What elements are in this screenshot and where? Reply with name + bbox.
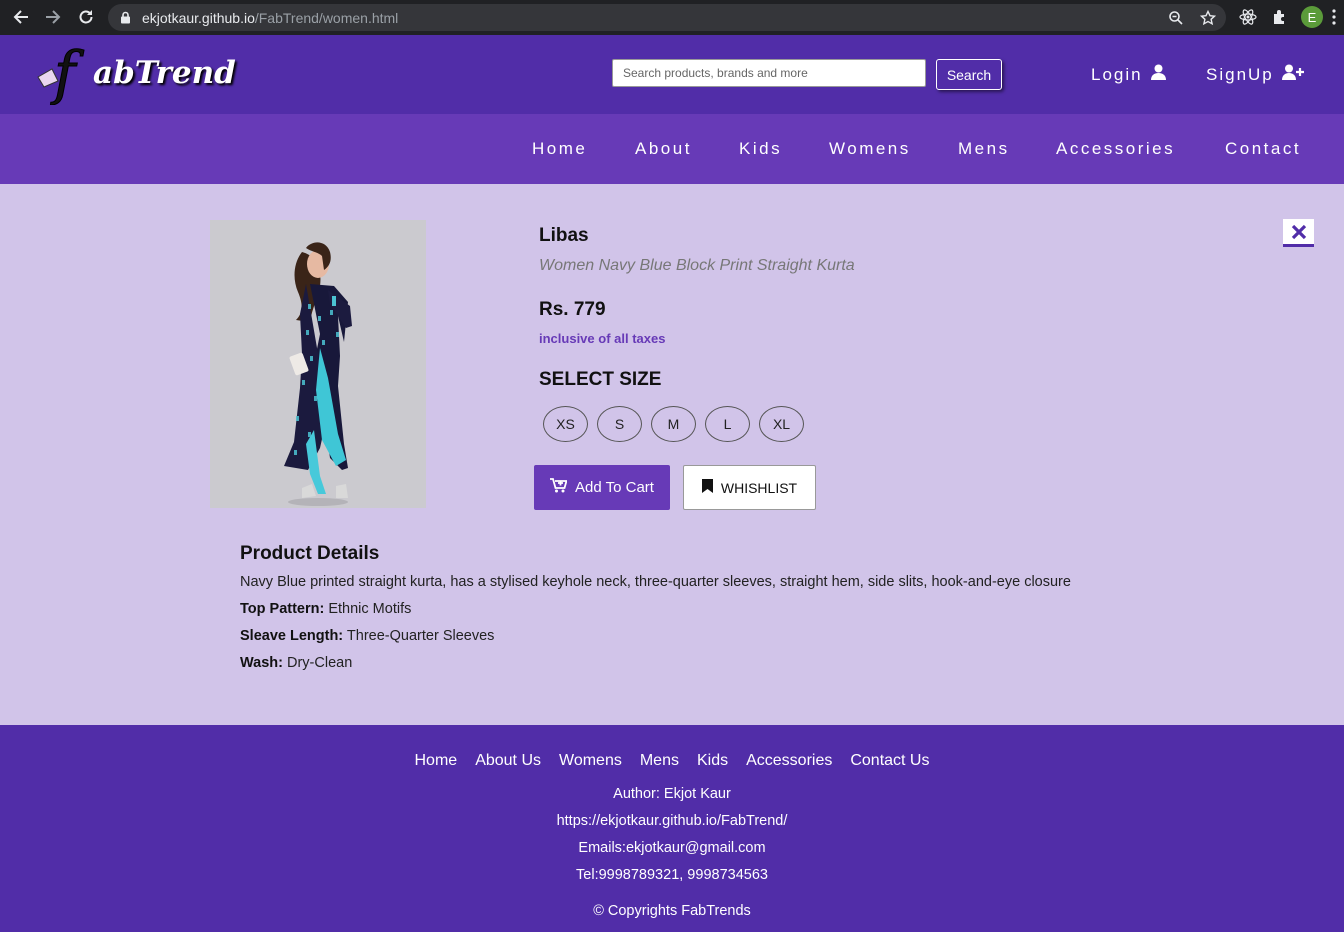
select-size-heading: SELECT SIZE	[539, 369, 662, 390]
product-name: Women Navy Blue Block Print Straight Kur…	[539, 257, 855, 274]
footer-copyright: © Copyrights FabTrends	[593, 903, 751, 919]
forward-icon[interactable]	[42, 6, 64, 28]
footer-link-mens[interactable]: Mens	[640, 752, 679, 770]
close-icon[interactable]	[1283, 219, 1314, 247]
product-description: Navy Blue printed straight kurta, has a …	[240, 574, 1071, 590]
back-icon[interactable]	[10, 6, 32, 28]
user-plus-icon	[1281, 64, 1304, 85]
footer-phone: Tel:9998789321, 9998734563	[576, 867, 768, 883]
footer-email: Emails:ekjotkaur@gmail.com	[578, 840, 766, 856]
footer-link-womens[interactable]: Womens	[559, 752, 622, 770]
detail-wash: Wash: Dry-Clean	[240, 655, 353, 671]
signup-label: SignUp	[1206, 64, 1274, 84]
address-bar[interactable]: ekjotkaur.github.io/FabTrend/women.html	[108, 4, 1226, 31]
site-footer: Home About Us Womens Mens Kids Accessori…	[0, 725, 1344, 932]
search-button[interactable]: Search	[936, 59, 1002, 90]
zoom-icon[interactable]	[1167, 9, 1185, 27]
nav-about[interactable]: About	[635, 139, 692, 159]
size-m-button[interactable]: M	[651, 406, 696, 442]
wishlist-button[interactable]: WHISHLIST	[683, 465, 816, 510]
product-details-heading: Product Details	[240, 543, 380, 564]
footer-link-contact-us[interactable]: Contact Us	[850, 752, 929, 770]
footer-links: Home About Us Womens Mens Kids Accessori…	[0, 752, 1344, 770]
tax-note: inclusive of all taxes	[539, 331, 666, 346]
fabtrend-logo[interactable]: f abTrend	[36, 39, 241, 108]
detail-sleeve-length: Sleave Length: Three-Quarter Sleeves	[240, 628, 495, 644]
site-header: f abTrend Search products, brands and mo…	[0, 35, 1344, 114]
detail-top-pattern: Top Pattern: Ethnic Motifs	[240, 601, 412, 617]
search-input[interactable]: Search products, brands and more	[612, 59, 926, 87]
product-image	[210, 220, 426, 508]
size-l-button[interactable]: L	[705, 406, 750, 442]
lock-icon	[120, 11, 131, 29]
size-xs-button[interactable]: XS	[543, 406, 588, 442]
bookmark-icon	[701, 479, 713, 496]
kebab-menu-icon[interactable]	[1332, 9, 1336, 30]
product-brand: Libas	[539, 225, 589, 246]
nav-kids[interactable]: Kids	[739, 139, 782, 159]
react-devtools-icon[interactable]	[1238, 7, 1258, 27]
size-s-button[interactable]: S	[597, 406, 642, 442]
add-to-cart-button[interactable]: Add To Cart	[534, 465, 670, 510]
nav-womens[interactable]: Womens	[829, 139, 911, 159]
main-nav: Home About Kids Womens Mens Accessories …	[0, 114, 1344, 184]
footer-site-link[interactable]: https://ekjotkaur.github.io/FabTrend/	[0, 813, 1344, 829]
wishlist-label: WHISHLIST	[720, 479, 798, 496]
nav-accessories[interactable]: Accessories	[1056, 139, 1175, 159]
nav-contact[interactable]: Contact	[1225, 139, 1301, 159]
add-to-cart-label: Add To Cart	[575, 479, 654, 496]
footer-link-about-us[interactable]: About Us	[475, 752, 541, 770]
profile-avatar[interactable]: E	[1301, 6, 1323, 28]
cart-plus-icon	[550, 478, 568, 497]
star-icon[interactable]	[1199, 9, 1217, 27]
svg-text:f: f	[50, 45, 85, 105]
reload-icon[interactable]	[75, 6, 97, 28]
login-label: Login	[1091, 64, 1143, 84]
url-text: ekjotkaur.github.io/FabTrend/women.html	[142, 10, 399, 26]
svg-text:abTrend: abTrend	[93, 55, 236, 91]
signup-link[interactable]: SignUp	[1206, 64, 1304, 85]
extensions-icon[interactable]	[1270, 7, 1290, 27]
browser-toolbar: ekjotkaur.github.io/FabTrend/women.html …	[0, 0, 1344, 35]
footer-link-kids[interactable]: Kids	[697, 752, 728, 770]
footer-link-accessories[interactable]: Accessories	[746, 752, 832, 770]
user-icon	[1150, 64, 1166, 85]
nav-home[interactable]: Home	[532, 139, 587, 159]
footer-author: Author: Ekjot Kaur	[613, 786, 731, 802]
size-xl-button[interactable]: XL	[759, 406, 804, 442]
nav-mens[interactable]: Mens	[958, 139, 1010, 159]
footer-link-home[interactable]: Home	[415, 752, 458, 770]
login-link[interactable]: Login	[1091, 64, 1166, 85]
product-price: Rs. 779	[539, 299, 606, 320]
